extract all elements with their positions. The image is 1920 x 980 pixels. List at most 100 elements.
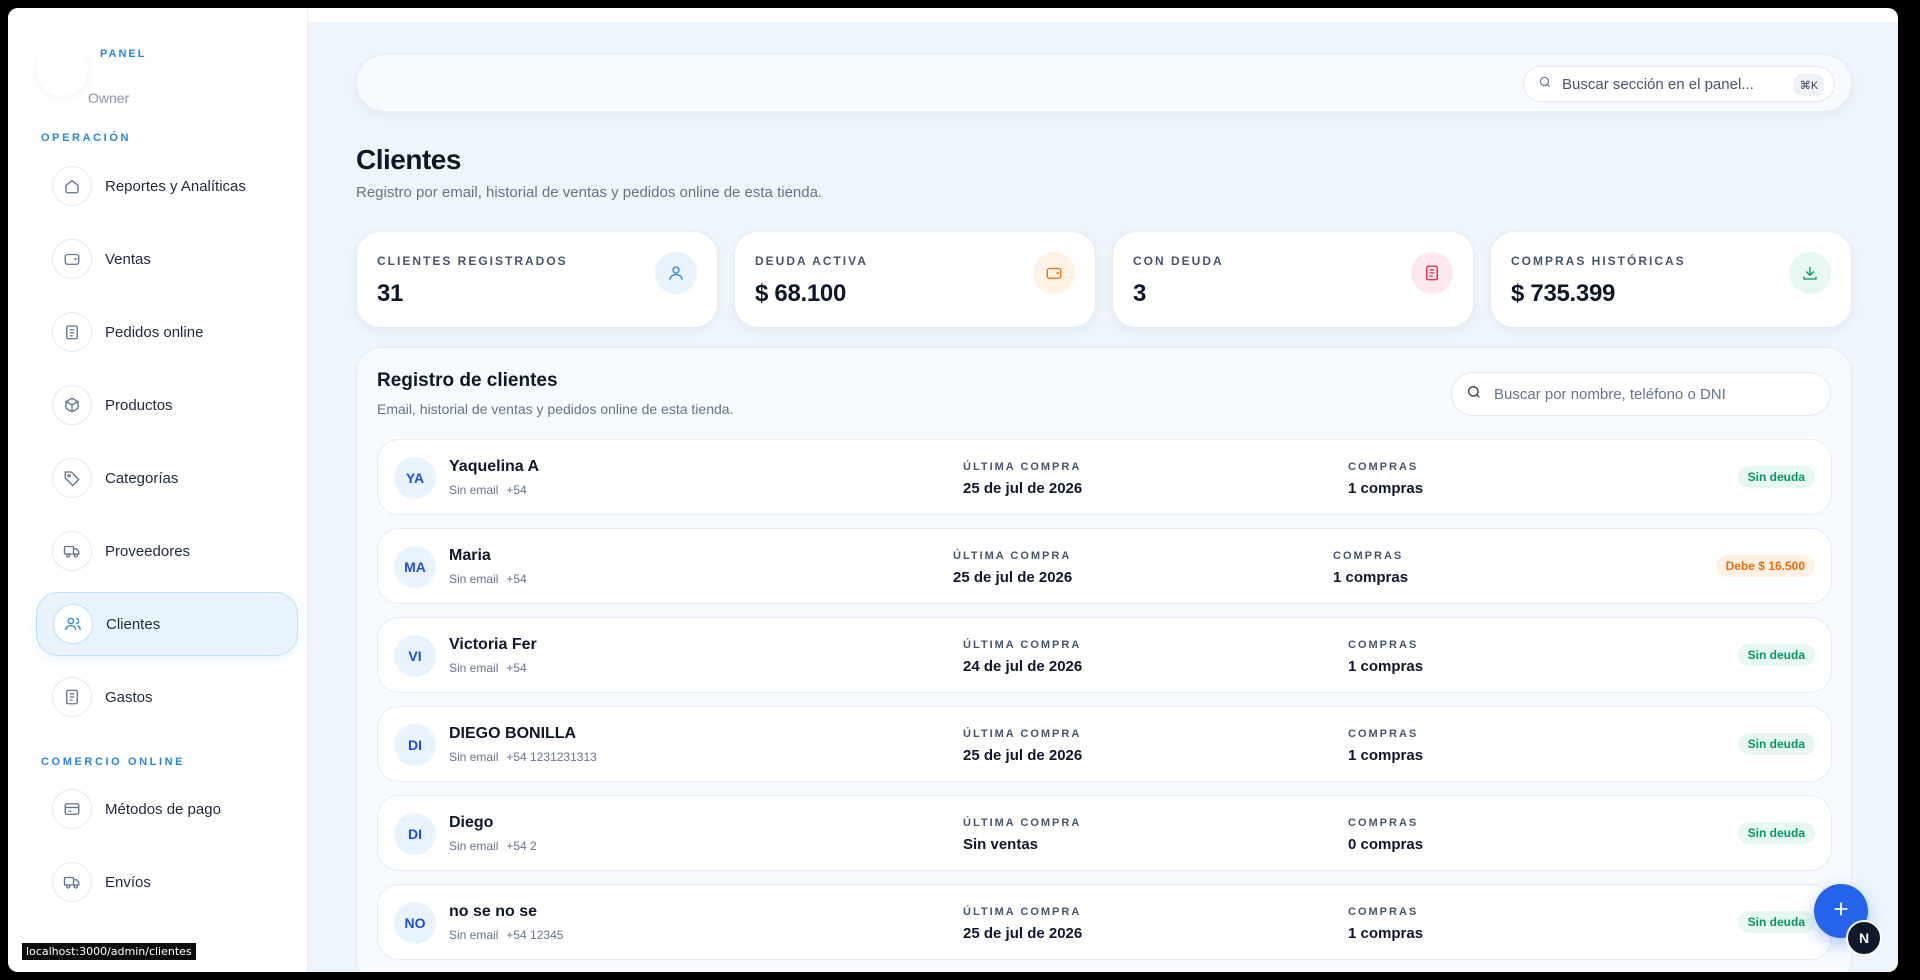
client-phone: +54 2 [506, 839, 537, 853]
client-email: Sin email [449, 661, 499, 675]
avatar: YA [394, 457, 436, 499]
stat-value: $ 68.100 [755, 280, 847, 307]
sidebar-item-reportes[interactable]: Reportes y Analíticas [36, 154, 298, 218]
page-subtitle: Registro por email, historial de ventas … [356, 184, 823, 201]
client-phone: +54 12345 [506, 928, 564, 942]
search-icon [1466, 384, 1482, 405]
status-url: localhost:3000/admin/clientes [22, 943, 196, 960]
purchases-value: 0 compras [1348, 836, 1424, 853]
wallet-icon [52, 239, 92, 279]
last-purchase-label: ÚLTIMA COMPRA [963, 728, 1082, 740]
sidebar-item-categorias[interactable]: Categorías [36, 446, 298, 510]
last-purchase-value: 25 de jul de 2026 [963, 925, 1083, 942]
client-row[interactable]: DI DIEGO BONILLA Sin email +54 1231231313… [377, 706, 1832, 782]
client-phone: +54 [506, 572, 527, 586]
sidebar-item-label: Reportes y Analíticas [105, 177, 246, 195]
client-search-input[interactable]: Buscar por nombre, teléfono o DNI [1451, 372, 1831, 416]
client-contact: Sin email +54 [449, 483, 527, 497]
sidebar-item-label: Proveedores [105, 542, 191, 560]
sidebar-item-productos[interactable]: Productos [36, 373, 298, 437]
avatar: MA [394, 546, 436, 588]
section-label-operacion: OPERACIÓN [41, 132, 132, 144]
status-badge: Debe $ 16.500 [1715, 555, 1815, 577]
stat-card-deuda-activa: DEUDA ACTIVA $ 68.100 [734, 231, 1096, 328]
panel-subtitle: Email, historial de ventas y pedidos onl… [377, 401, 734, 417]
last-purchase-label: ÚLTIMA COMPRA [963, 906, 1082, 918]
topbar: Buscar sección en el panel... ⌘K [356, 54, 1852, 112]
brand-role: Owner [88, 90, 130, 106]
purchases-value: 1 compras [1348, 480, 1424, 497]
purchases-value: 1 compras [1333, 569, 1409, 586]
purchases-label: COMPRAS [1348, 817, 1419, 829]
stat-label: DEUDA ACTIVA [755, 254, 868, 268]
last-purchase-value: 25 de jul de 2026 [953, 569, 1073, 586]
sidebar-item-proveedores[interactable]: Proveedores [36, 519, 298, 583]
sidebar-item-gastos[interactable]: Gastos [36, 665, 298, 729]
client-name: Victoria Fer [449, 636, 537, 653]
purchases-label: COMPRAS [1333, 550, 1404, 562]
brand-logo[interactable] [36, 44, 88, 96]
client-name: Diego [449, 814, 494, 831]
stat-label: CLIENTES REGISTRADOS [377, 254, 568, 268]
wallet-icon [1033, 252, 1075, 294]
client-phone: +54 1231231313 [506, 750, 597, 764]
client-row[interactable]: NO no se no se Sin email +54 12345 ÚLTIMA… [377, 884, 1832, 960]
sidebar-item-label: Productos [105, 396, 173, 414]
client-row[interactable]: VI Victoria Fer Sin email +54 ÚLTIMA COMP… [377, 617, 1832, 693]
stat-card-compras-historicas: COMPRAS HISTÓRICAS $ 735.399 [1490, 231, 1852, 328]
last-purchase-label: ÚLTIMA COMPRA [963, 639, 1082, 651]
page-title: Clientes [356, 144, 461, 175]
stat-value: $ 735.399 [1511, 280, 1616, 307]
client-email: Sin email [449, 483, 499, 497]
user-avatar-badge[interactable]: N [1846, 920, 1882, 956]
sidebar-item-clientes[interactable]: Clientes [36, 592, 298, 656]
box-icon [52, 385, 92, 425]
client-email: Sin email [449, 928, 499, 942]
client-contact: Sin email +54 1231231313 [449, 750, 597, 764]
truck-icon [52, 862, 92, 902]
main-content: Buscar sección en el panel... ⌘K Cliente… [308, 22, 1898, 972]
client-row[interactable]: DI Diego Sin email +54 2 ÚLTIMA COMPRA Si… [377, 795, 1832, 871]
avatar: NO [394, 902, 436, 944]
status-badge: Sin deuda [1737, 822, 1815, 844]
client-row[interactable]: YA Yaquelina A Sin email +54 ÚLTIMA COMPR… [377, 439, 1832, 515]
shortcut-badge: ⌘K [1794, 74, 1824, 96]
client-email: Sin email [449, 839, 499, 853]
last-purchase-value: 24 de jul de 2026 [963, 658, 1083, 675]
sidebar: PANEL Owner OPERACIÓN Reportes y Analíti… [8, 8, 308, 972]
sidebar-item-metodos-de-pago[interactable]: Métodos de pago [36, 777, 298, 841]
sidebar-item-pedidos-online[interactable]: Pedidos online [36, 300, 298, 364]
sidebar-item-label: Categorías [105, 469, 179, 487]
purchases-value: 1 compras [1348, 658, 1424, 675]
section-label-comercio-online: COMERCIO ONLINE [41, 756, 186, 768]
receipt-icon [1411, 252, 1453, 294]
status-badge: Sin deuda [1737, 466, 1815, 488]
sidebar-item-envios[interactable]: Envíos [36, 850, 298, 914]
panel-title: Registro de clientes [377, 370, 558, 391]
sidebar-item-label: Clientes [106, 615, 161, 633]
sidebar-item-ventas[interactable]: Ventas [36, 227, 298, 291]
purchases-label: COMPRAS [1348, 639, 1419, 651]
section-search-input[interactable]: Buscar sección en el panel... ⌘K [1523, 66, 1835, 102]
purchases-label: COMPRAS [1348, 906, 1419, 918]
client-row[interactable]: MA Maria Sin email +54 ÚLTIMA COMPRA 25 d… [377, 528, 1832, 604]
clients-panel: Registro de clientes Email, historial de… [356, 347, 1852, 972]
client-name: Maria [449, 547, 491, 564]
download-icon [1789, 252, 1831, 294]
status-badge: Sin deuda [1737, 733, 1815, 755]
receipt-icon [52, 677, 92, 717]
clipboard-icon [52, 312, 92, 352]
client-contact: Sin email +54 [449, 572, 527, 586]
stat-card-con-deuda: CON DEUDA 3 [1112, 231, 1474, 328]
user-icon [655, 252, 697, 294]
brand: PANEL Owner [36, 44, 146, 106]
credit-card-icon [52, 789, 92, 829]
search-placeholder: Buscar sección en el panel... [1562, 75, 1754, 93]
sidebar-item-label: Gastos [105, 688, 153, 706]
purchases-value: 1 compras [1348, 747, 1424, 764]
stat-card-clientes: CLIENTES REGISTRADOS 31 [356, 231, 718, 328]
sidebar-item-label: Envíos [105, 873, 151, 891]
client-email: Sin email [449, 750, 499, 764]
last-purchase-value: 25 de jul de 2026 [963, 480, 1083, 497]
stat-label: CON DEUDA [1133, 254, 1224, 268]
